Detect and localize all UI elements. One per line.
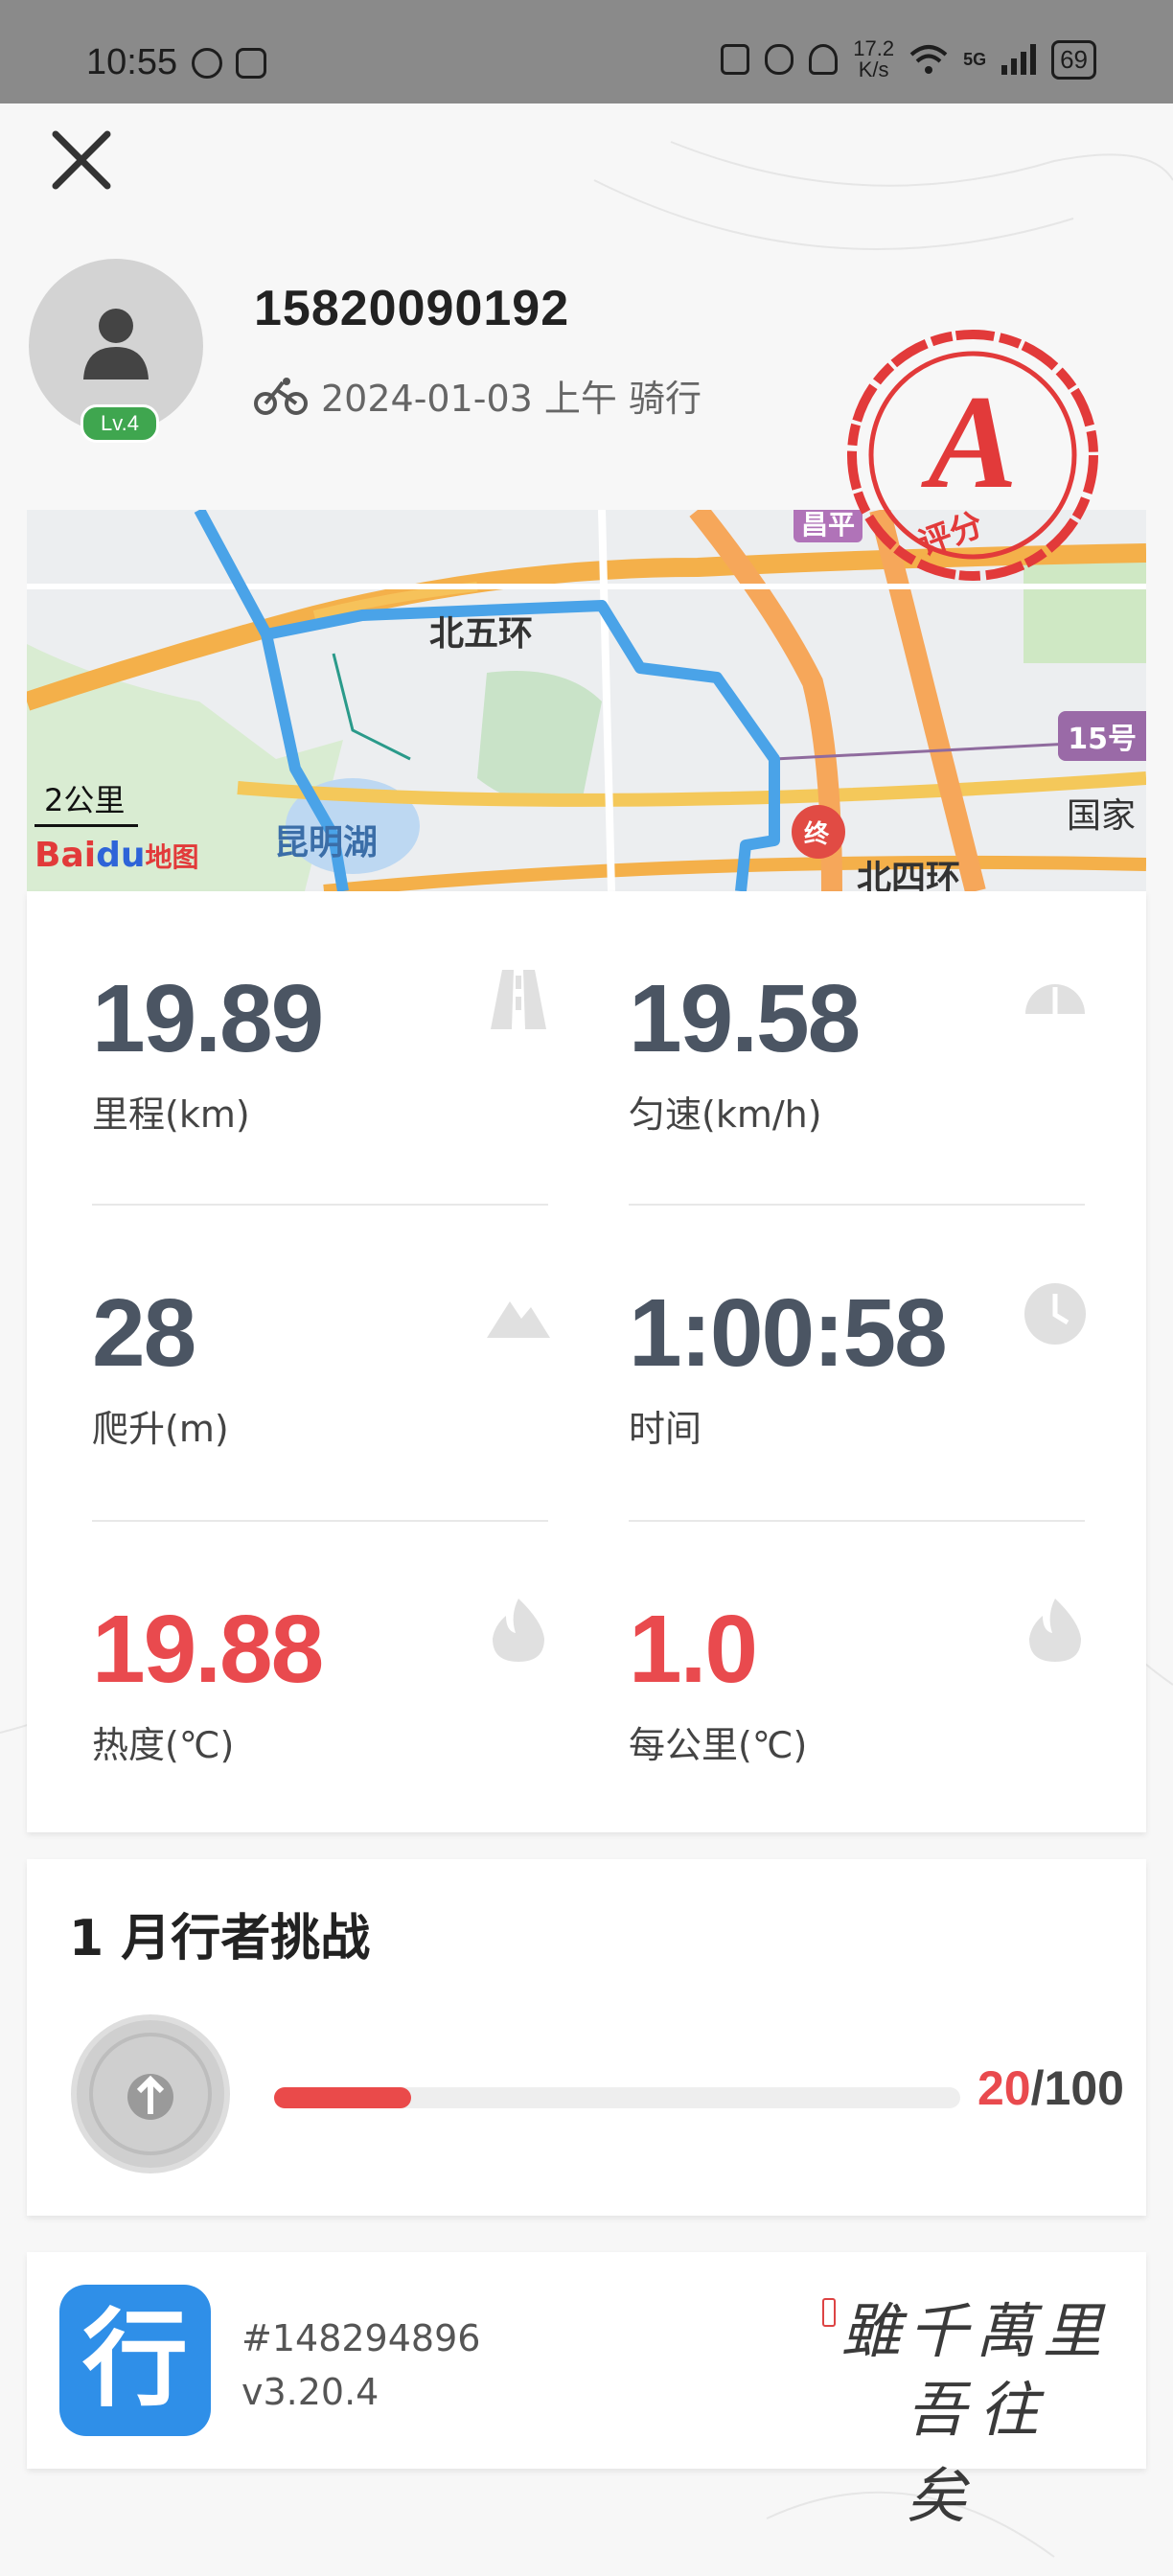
signal-label: 5G <box>963 49 987 69</box>
challenge-progress-text: 20/100 <box>978 2061 1124 2115</box>
app-info-card: 行 #148294896 v3.20.4 雖千萬里 吾往矣 <box>27 2252 1146 2531</box>
ride-stats-card: 19.89 里程(km) 19.58 匀速(km/h) 28 爬升(m) 1:0… <box>27 891 1146 1832</box>
challenge-title: 1 月行者挑战 <box>69 1910 371 1967</box>
status-time: 10:55 <box>86 42 178 82</box>
activity-info: 2024-01-03 上午 骑行 <box>254 369 702 422</box>
network-speed: 17.2 K/s <box>853 36 895 81</box>
stats-divider <box>629 1204 1085 1206</box>
speedometer-icon <box>1025 984 1085 1014</box>
challenge-medal-icon <box>71 2014 230 2174</box>
signal-strength-icon <box>1001 44 1037 75</box>
rating-stamp: A 评分 <box>847 330 1098 581</box>
app-version: v3.20.4 <box>242 2371 380 2413</box>
status-bar: 10:55 17.2 K/s 5G 69 <box>0 0 1173 104</box>
wifi-icon <box>909 45 948 74</box>
nfc-icon <box>721 44 750 75</box>
map-label-kunming-lake: 昆明湖 <box>274 823 379 862</box>
map-label-north-fifth-ring: 北五环 <box>429 614 534 654</box>
stat-duration: 1:00:58 时间 <box>629 1280 1089 1452</box>
stats-divider <box>92 1520 548 1522</box>
stats-divider <box>629 1520 1085 1522</box>
battery-indicator: 69 <box>1051 39 1096 80</box>
stat-distance: 19.89 里程(km) <box>92 966 552 1138</box>
clock-icon <box>1024 1283 1086 1345</box>
map-label-guojia: 国家 <box>1067 796 1137 836</box>
app-logo-icon: 行 <box>59 2285 211 2436</box>
map-scale-bar: 2公里 <box>34 776 139 827</box>
mountain-icon <box>487 1301 550 1338</box>
activity-date-type: 2024-01-03 上午 骑行 <box>321 378 702 420</box>
stat-heat: 19.88 热度(℃) <box>92 1597 552 1768</box>
wechat-icon <box>192 48 222 79</box>
baidu-map-logo: Baidu地图 <box>34 836 199 875</box>
monthly-challenge-card[interactable]: 1 月行者挑战 20/100 <box>27 1859 1146 2216</box>
bicycle-icon <box>254 377 308 415</box>
record-id: #148294896 <box>242 2317 481 2359</box>
notification-app-icon <box>236 48 266 79</box>
stats-divider <box>92 1204 548 1206</box>
challenge-progress-fill <box>274 2087 412 2108</box>
challenge-progress-bar <box>274 2087 960 2108</box>
bluetooth-icon <box>765 44 794 75</box>
route-end-marker: 终 <box>804 820 830 849</box>
flame-icon <box>493 1598 544 1662</box>
stat-climb: 28 爬升(m) <box>92 1280 552 1452</box>
seal-mark <box>822 2298 836 2327</box>
ride-detail-page: Lv.4 15820090192 2024-01-03 上午 骑行 北五环 昆明… <box>0 104 1173 2576</box>
map-label-north-fourth-ring: 北四环 <box>857 859 961 891</box>
user-silhouette-icon <box>83 309 149 380</box>
flame-icon <box>1029 1598 1081 1662</box>
mute-icon <box>809 44 839 75</box>
map-route-15-badge: 15号 <box>1058 711 1146 761</box>
stat-avg-speed: 19.58 匀速(km/h) <box>629 966 1089 1138</box>
record-info: #148294896 v3.20.4 <box>242 2312 480 2419</box>
rating-grade: A <box>920 368 1017 517</box>
calligraphy-motto: 雖千萬里 吾往矣 <box>822 2279 1110 2531</box>
level-badge: Lv.4 <box>80 404 159 443</box>
close-icon[interactable] <box>48 126 115 194</box>
username: 15820090192 <box>254 281 570 336</box>
road-icon <box>491 970 546 1029</box>
stat-heat-per-km: 1.0 每公里(℃) <box>629 1597 1089 1768</box>
